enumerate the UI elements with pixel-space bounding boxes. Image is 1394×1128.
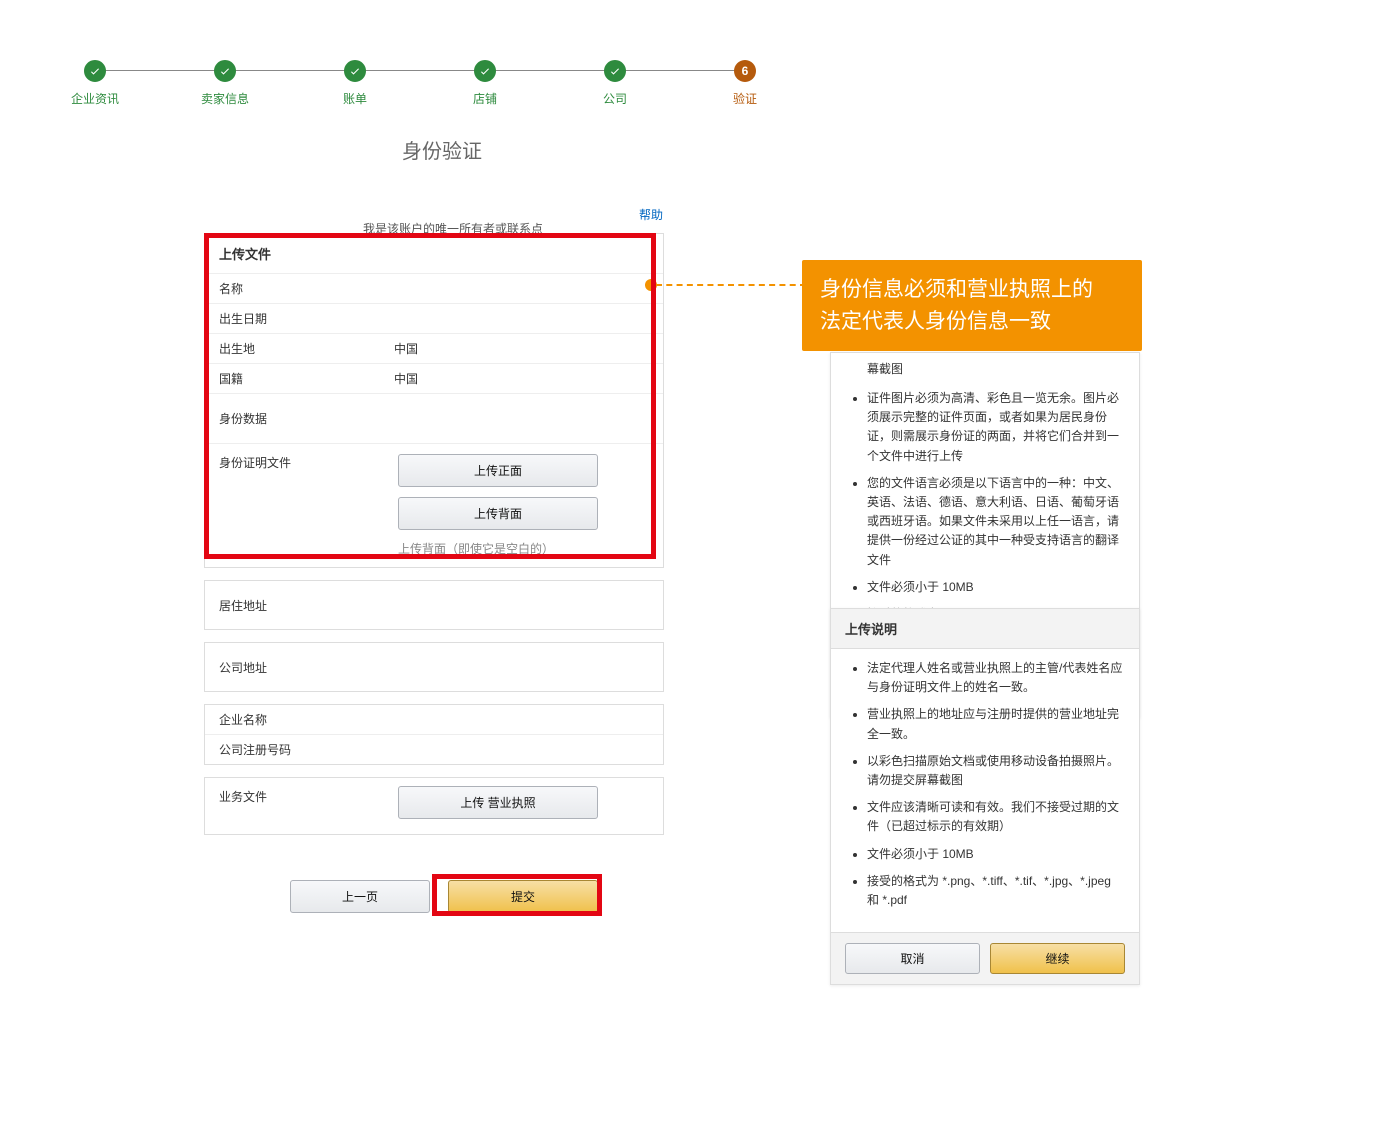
nationality-value: 中国 bbox=[380, 364, 663, 393]
step-5: 公司 bbox=[550, 60, 680, 107]
callout-anchor-dot bbox=[645, 279, 657, 291]
upload-documents-section: 上传文件 名称 出生日期 出生地 中国 国籍 中国 身份数据 身份证明文件 上传… bbox=[204, 233, 664, 568]
company-address-label: 公司地址 bbox=[205, 653, 380, 682]
upload-back-note: 上传背面（即使它是空白的） bbox=[380, 540, 663, 567]
instruction-item: 文件必须小于 10MB bbox=[867, 578, 1125, 597]
company-address-section: 公司地址 bbox=[204, 642, 664, 692]
instruction-item: 营业执照上的地址应与注册时提供的营业地址完全一致。 bbox=[867, 705, 1125, 743]
company-reg-label: 公司注册号码 bbox=[205, 735, 380, 764]
instruction-item: 接受的格式为 *.png、*.tiff、*.tif、*.jpg、*.jpeg 和… bbox=[867, 872, 1125, 910]
business-doc-section: 业务文件 上传 营业执照 bbox=[204, 777, 664, 835]
birthplace-label: 出生地 bbox=[205, 334, 380, 363]
check-icon bbox=[84, 60, 106, 82]
form-container: 上传文件 名称 出生日期 出生地 中国 国籍 中国 身份数据 身份证明文件 上传… bbox=[204, 233, 664, 847]
callout-line2: 法定代表人身份信息一致 bbox=[820, 306, 1124, 338]
company-name-value bbox=[380, 714, 663, 726]
nationality-label: 国籍 bbox=[205, 364, 380, 393]
step-4: 店铺 bbox=[420, 60, 550, 107]
residence-label: 居住地址 bbox=[205, 591, 380, 620]
step-label: 账单 bbox=[343, 90, 367, 107]
upload-front-button[interactable]: 上传正面 bbox=[398, 454, 598, 487]
step-2: 卖家信息 bbox=[160, 60, 290, 107]
step-6: 6 验证 bbox=[680, 60, 810, 107]
birthplace-value: 中国 bbox=[380, 334, 663, 363]
residence-value bbox=[380, 599, 663, 611]
step-label: 店铺 bbox=[473, 90, 497, 107]
check-icon bbox=[344, 60, 366, 82]
panel2-continue-button[interactable]: 继续 bbox=[990, 943, 1125, 974]
iddata-value bbox=[380, 413, 663, 425]
check-icon bbox=[604, 60, 626, 82]
instruction-item: 您的文件语言必须是以下语言中的一种：中文、英语、法语、德语、意大利语、日语、葡萄… bbox=[867, 474, 1125, 570]
step-label: 公司 bbox=[603, 90, 627, 107]
instruction-item: 文件应该清晰可读和有效。我们不接受过期的文件（已超过标示的有效期） bbox=[867, 798, 1125, 836]
upload-back-button[interactable]: 上传背面 bbox=[398, 497, 598, 530]
clipped-text: 幕截图 bbox=[867, 360, 903, 377]
panel2-cancel-button[interactable]: 取消 bbox=[845, 943, 980, 974]
step-label: 验证 bbox=[733, 90, 757, 107]
clipped-row: 幕截图 bbox=[831, 353, 1139, 379]
company-address-value bbox=[380, 661, 663, 673]
iddoc-label: 身份证明文件 bbox=[205, 444, 380, 477]
progress-stepper: 企业资讯 卖家信息 账单 店铺 公司 6 验证 bbox=[30, 60, 810, 107]
instructions-panel-2: 上传说明 法定代理人姓名或营业执照上的主管/代表姓名应与身份证明文件上的姓名一致… bbox=[830, 608, 1140, 985]
callout-box: 身份信息必须和营业执照上的 法定代表人身份信息一致 bbox=[802, 260, 1142, 351]
check-icon bbox=[214, 60, 236, 82]
callout-dashed-line bbox=[656, 284, 806, 286]
name-value bbox=[380, 283, 663, 295]
dob-value bbox=[380, 313, 663, 325]
company-info-section: 企业名称 公司注册号码 bbox=[204, 704, 664, 765]
step-label: 企业资讯 bbox=[71, 90, 119, 107]
panel2-header: 上传说明 bbox=[831, 609, 1139, 649]
step-label: 卖家信息 bbox=[201, 90, 249, 107]
step-number-icon: 6 bbox=[734, 60, 756, 82]
page-title: 身份验证 bbox=[402, 135, 482, 164]
help-link[interactable]: 帮助 bbox=[639, 206, 663, 223]
upload-license-button[interactable]: 上传 营业执照 bbox=[398, 786, 598, 819]
nav-buttons: 上一页 提交 bbox=[290, 880, 598, 913]
check-icon bbox=[474, 60, 496, 82]
instruction-item: 法定代理人姓名或营业执照上的主管/代表姓名应与身份证明文件上的姓名一致。 bbox=[867, 659, 1125, 697]
step-1: 企业资讯 bbox=[30, 60, 160, 107]
company-reg-value bbox=[380, 744, 663, 756]
section-header: 上传文件 bbox=[205, 234, 663, 273]
iddata-label: 身份数据 bbox=[205, 404, 380, 433]
company-name-label: 企业名称 bbox=[205, 705, 380, 734]
prev-button[interactable]: 上一页 bbox=[290, 880, 430, 913]
name-label: 名称 bbox=[205, 274, 380, 303]
submit-button[interactable]: 提交 bbox=[448, 880, 598, 913]
dob-label: 出生日期 bbox=[205, 304, 380, 333]
residence-section: 居住地址 bbox=[204, 580, 664, 630]
instruction-item: 以彩色扫描原始文档或使用移动设备拍摄照片。请勿提交屏幕截图 bbox=[867, 752, 1125, 790]
callout-line1: 身份信息必须和营业执照上的 bbox=[820, 274, 1124, 306]
biz-doc-label: 业务文件 bbox=[205, 778, 380, 811]
step-3: 账单 bbox=[290, 60, 420, 107]
instruction-item: 文件必须小于 10MB bbox=[867, 845, 1125, 864]
instruction-item: 证件图片必须为高清、彩色且一览无余。图片必须展示完整的证件页面，或者如果为居民身… bbox=[867, 389, 1125, 466]
